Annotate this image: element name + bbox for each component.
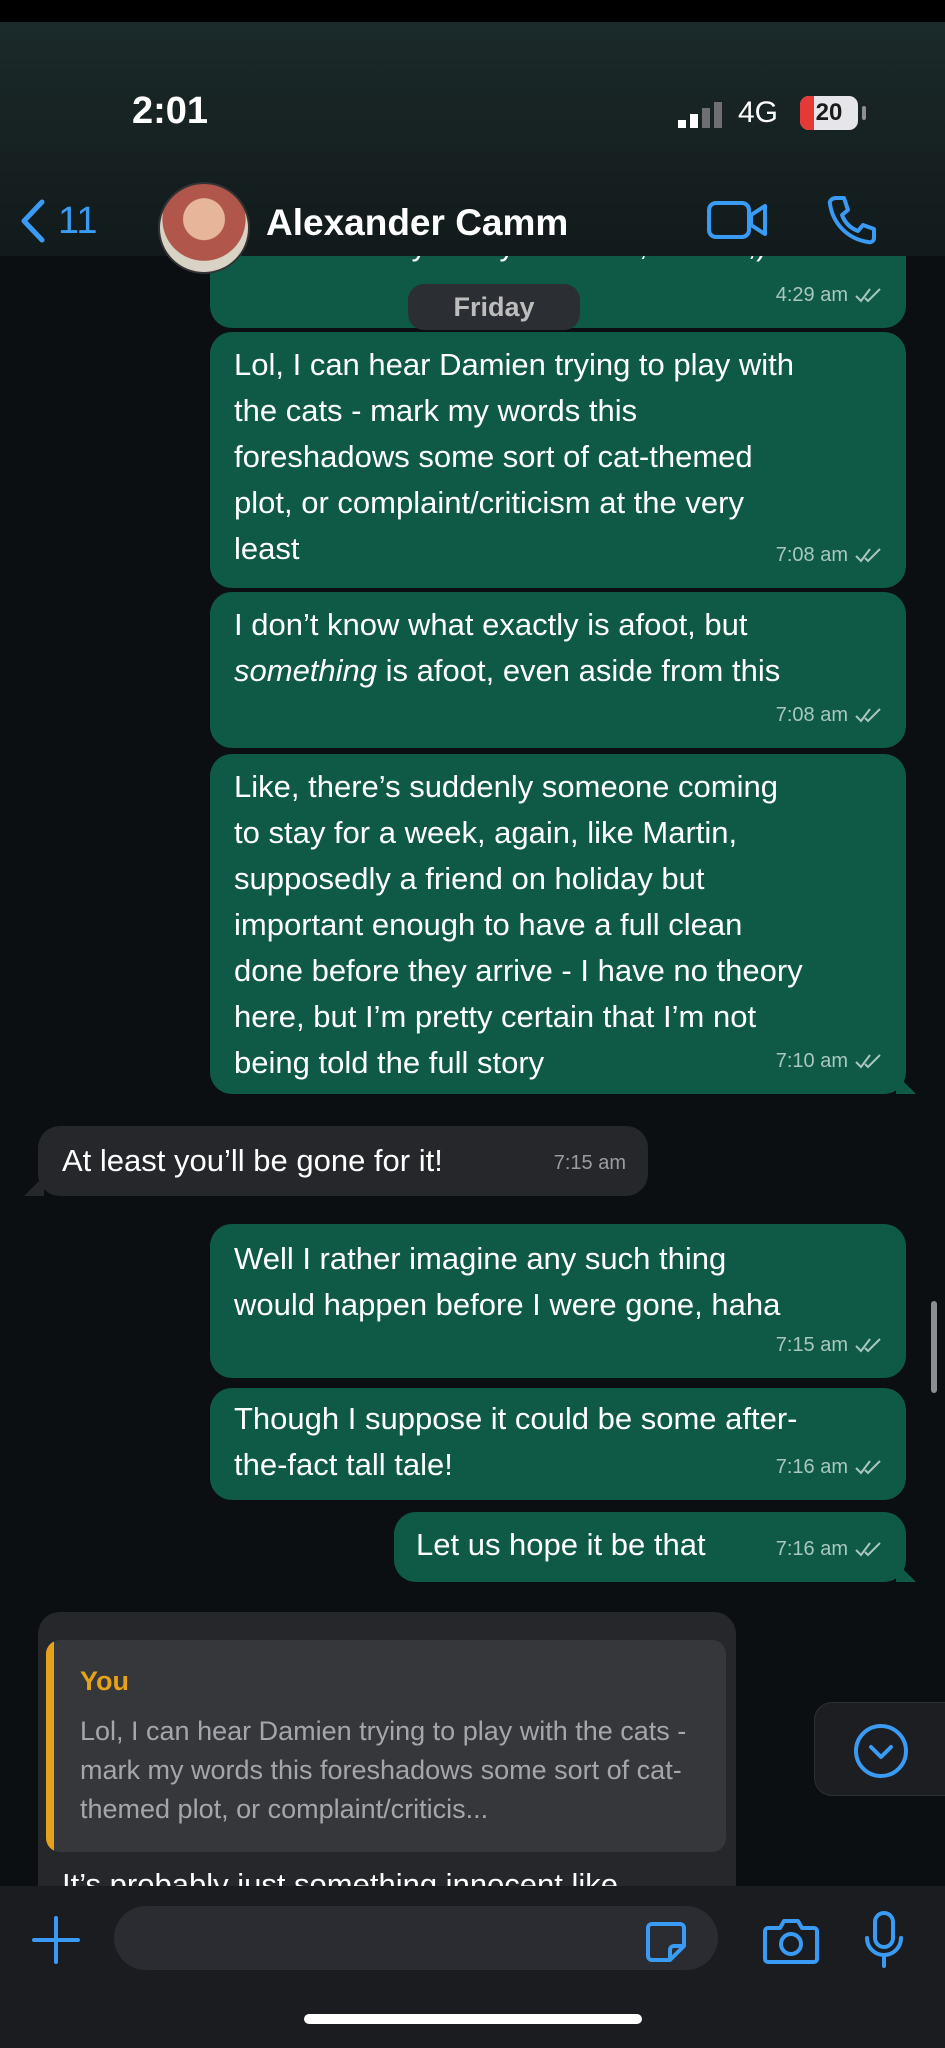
message-text: Like, there’s suddenly someone coming to… xyxy=(234,764,803,1086)
message-text: Well I rather imagine any such thing wou… xyxy=(234,1236,780,1328)
signal-icon xyxy=(678,102,722,128)
message-text: Lol, I can hear Damien trying to play wi… xyxy=(234,342,794,572)
message-line: Well I rather imagine any such thing xyxy=(234,1241,727,1276)
message-meta: 7:10 am xyxy=(776,1038,884,1084)
bubble-tail xyxy=(896,1562,916,1582)
message-line: the-fact tall tale! xyxy=(234,1447,453,1482)
message-list[interactable]: car when they finally launch it, etc etc… xyxy=(0,256,945,1886)
message-meta: 7:16 am xyxy=(776,1444,884,1490)
message-meta: 7:08 am xyxy=(776,692,884,738)
battery-indicator: 20 xyxy=(800,96,858,130)
status-time: 2:01 xyxy=(132,90,209,132)
read-ticks-icon xyxy=(855,708,881,723)
read-ticks-icon xyxy=(855,1338,881,1353)
message-line: plot, or complaint/criticism at the very xyxy=(234,485,744,520)
message-time: 7:16 am xyxy=(775,1456,848,1478)
message-line: Lol, I can hear Damien trying to play wi… xyxy=(234,347,794,382)
message-line: foreshadows some sort of cat-themed xyxy=(234,439,753,474)
message-bubble[interactable]: Lol, I can hear Damien trying to play wi… xyxy=(210,332,906,588)
quote-author: You xyxy=(80,1666,129,1696)
quote-accent-bar xyxy=(46,1640,54,1852)
bubble-tail xyxy=(24,1176,44,1196)
message-time: 7:08 am xyxy=(775,704,848,726)
phone-icon xyxy=(827,196,876,245)
message-line: done before they arrive - I have no theo… xyxy=(234,953,803,988)
unread-count: 11 xyxy=(58,199,98,242)
camera-icon[interactable] xyxy=(762,1916,820,1966)
home-indicator[interactable] xyxy=(304,2014,642,2024)
message-text: I don’t know what exactly is afoot, but … xyxy=(234,602,780,694)
message-text: Though I suppose it could be some after-… xyxy=(234,1396,798,1488)
plus-icon[interactable] xyxy=(30,1914,82,1966)
message-line: I don’t know what exactly is afoot, but xyxy=(234,607,748,642)
read-ticks-icon xyxy=(855,288,881,303)
message-time: 7:08 am xyxy=(775,544,848,566)
read-ticks-icon xyxy=(855,548,881,563)
message-bubble[interactable]: Though I suppose it could be some after-… xyxy=(210,1388,906,1500)
video-call-button[interactable] xyxy=(706,198,768,247)
message-line: important enough to have a full clean xyxy=(234,907,743,942)
date-divider: Friday xyxy=(408,284,580,330)
top-edge xyxy=(0,0,945,22)
message-bubble[interactable]: I don’t know what exactly is afoot, but … xyxy=(210,592,906,748)
message-bubble[interactable]: Well I rather imagine any such thing wou… xyxy=(210,1224,906,1378)
message-time: 7:16 am xyxy=(775,1538,848,1560)
reply-text: It’s probably just something innocent li… xyxy=(62,1867,619,1886)
quote-text: Lol, I can hear Damien trying to play wi… xyxy=(80,1716,687,1824)
message-time: 7:15 am xyxy=(775,1334,848,1356)
message-line: Like, there’s suddenly someone coming xyxy=(234,769,778,804)
microphone-icon[interactable] xyxy=(862,1910,906,1970)
message-line: Though I suppose it could be some after- xyxy=(234,1401,798,1436)
message-bubble-incoming[interactable]: At least you’ll be gone for it! 7:15 am xyxy=(38,1126,648,1196)
scroll-to-bottom-button[interactable] xyxy=(814,1702,945,1796)
battery-level: 20 xyxy=(815,99,843,126)
message-meta: 7:08 am xyxy=(776,532,884,578)
sticker-icon[interactable] xyxy=(644,1920,688,1964)
chat-header: 2:01 4G 20 11 Alexander Camm xyxy=(0,22,945,274)
message-time: 4:29 am xyxy=(775,284,848,306)
message-time: 7:15 am xyxy=(553,1152,626,1174)
read-ticks-icon xyxy=(855,1542,881,1557)
battery-tip xyxy=(862,106,866,120)
message-bubble[interactable]: Let us hope it be that 7:16 am xyxy=(394,1512,906,1582)
message-line: the cats - mark my words this xyxy=(234,393,638,428)
message-text: At least you’ll be gone for it! xyxy=(62,1143,443,1178)
message-input[interactable] xyxy=(114,1906,718,1970)
message-meta: 7:15 am xyxy=(554,1140,626,1186)
read-ticks-icon xyxy=(855,1460,881,1475)
message-meta: 7:16 am xyxy=(776,1526,884,1572)
message-line: to stay for a week, again, like Martin, xyxy=(234,815,738,850)
composer-bar xyxy=(0,1886,945,2048)
bubble-tail xyxy=(896,1074,916,1094)
network-type: 4G xyxy=(738,96,779,129)
message-text: car when they finally launch it, etc etc… xyxy=(234,256,766,268)
voice-call-button[interactable] xyxy=(826,194,878,251)
scroll-down-icon xyxy=(854,1724,908,1778)
message-line: something is afoot, even aside from this xyxy=(234,653,781,688)
message-line: being told the full story xyxy=(234,1045,545,1080)
contact-name[interactable]: Alexander Camm xyxy=(266,202,568,244)
message-line: least xyxy=(234,531,300,566)
chevron-left-icon xyxy=(21,199,45,243)
quoted-message[interactable]: You Lol, I can hear Damien trying to pla… xyxy=(46,1640,726,1852)
message-text: Let us hope it be that xyxy=(416,1527,706,1562)
message-line: here, but I’m pretty certain that I’m no… xyxy=(234,999,757,1034)
scrollbar[interactable] xyxy=(931,1301,937,1393)
message-meta: 7:15 am xyxy=(776,1322,884,1368)
message-time: 7:10 am xyxy=(775,1050,848,1072)
message-meta: 4:29 am xyxy=(776,272,884,318)
video-call-icon xyxy=(707,201,767,239)
message-line: supposedly a friend on holiday but xyxy=(234,861,705,896)
avatar[interactable] xyxy=(158,182,250,274)
message-bubble[interactable]: Like, there’s suddenly someone coming to… xyxy=(210,754,906,1094)
emphasis-text: something xyxy=(234,653,378,688)
message-line: would happen before I were gone, haha xyxy=(234,1287,781,1322)
read-ticks-icon xyxy=(855,1054,881,1069)
back-button[interactable]: 11 xyxy=(18,198,97,244)
